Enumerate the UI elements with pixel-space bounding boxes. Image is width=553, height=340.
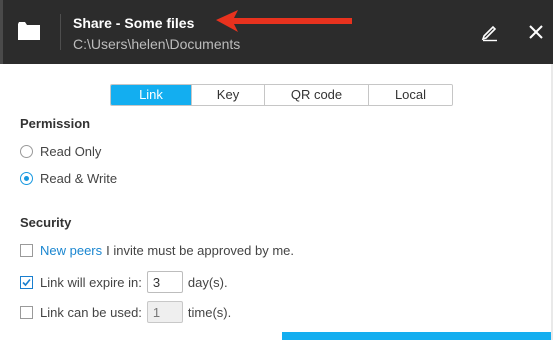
expire-unit: day(s). bbox=[187, 274, 228, 290]
new-peers-option: New peers I invite must be approved by m… bbox=[20, 243, 294, 258]
new-peers-checkbox[interactable] bbox=[20, 244, 33, 257]
read-write-radio[interactable] bbox=[20, 172, 33, 185]
new-peers-link[interactable]: New peers bbox=[40, 243, 102, 258]
read-write-label: Read & Write bbox=[40, 171, 118, 186]
checkmark-icon bbox=[22, 278, 31, 286]
edit-icon[interactable] bbox=[480, 22, 500, 42]
expire-days-input[interactable] bbox=[146, 271, 183, 293]
read-write-option[interactable]: Read & Write bbox=[20, 171, 117, 186]
primary-action-button[interactable] bbox=[282, 332, 553, 340]
tab-qr-code[interactable]: QR code bbox=[264, 85, 368, 105]
link-uses-label: Link can be used: bbox=[40, 304, 142, 320]
red-arrow-annotation bbox=[216, 10, 352, 32]
link-expire-option: Link will expire in: day(s). bbox=[20, 271, 228, 293]
tab-local[interactable]: Local bbox=[368, 85, 452, 105]
uses-unit: time(s). bbox=[187, 304, 232, 320]
new-peers-text: I invite must be approved by me. bbox=[106, 243, 295, 258]
title-bar: Share - Some files C:\Users\helen\Docume… bbox=[0, 0, 553, 64]
read-only-radio[interactable] bbox=[20, 145, 33, 158]
link-expire-checkbox[interactable] bbox=[20, 275, 33, 289]
tab-key[interactable]: Key bbox=[191, 85, 264, 105]
tab-link[interactable]: Link bbox=[111, 85, 191, 105]
share-method-tabs: Link Key QR code Local bbox=[110, 84, 453, 106]
link-uses-checkbox[interactable] bbox=[20, 305, 33, 319]
window-edge bbox=[0, 0, 3, 64]
title-separator bbox=[60, 14, 61, 50]
link-expire-label: Link will expire in: bbox=[40, 274, 142, 290]
read-only-option[interactable]: Read Only bbox=[20, 144, 101, 159]
permission-heading: Permission bbox=[20, 116, 91, 131]
folder-icon bbox=[18, 22, 40, 40]
window-title: Share - Some files bbox=[73, 15, 195, 31]
read-only-label: Read Only bbox=[40, 144, 102, 159]
uses-count-input[interactable] bbox=[146, 301, 183, 323]
close-icon[interactable] bbox=[527, 23, 545, 41]
link-uses-option: Link can be used: time(s). bbox=[20, 301, 231, 323]
folder-path: C:\Users\helen\Documents bbox=[73, 36, 241, 52]
security-heading: Security bbox=[20, 215, 72, 230]
